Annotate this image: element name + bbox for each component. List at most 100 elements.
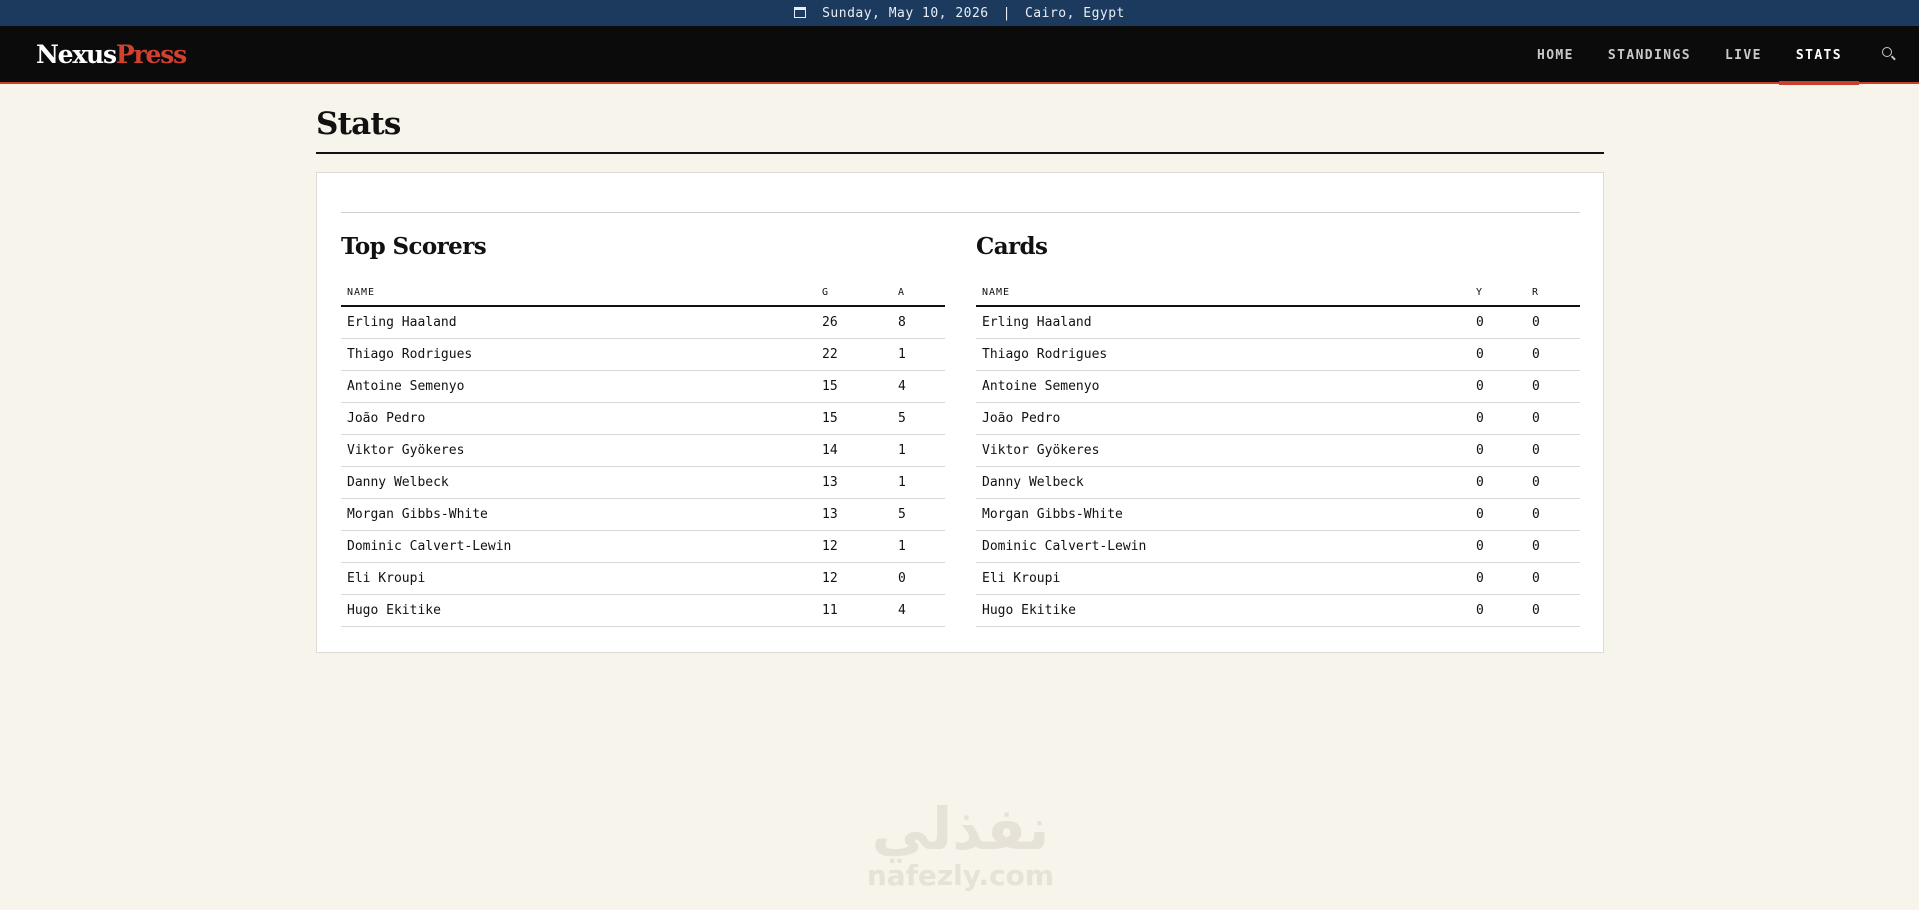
cards-title: Cards [976,233,1048,260]
table-row[interactable]: João Pedro 0 0 [976,403,1580,435]
player-name: Hugo Ekitike [982,603,1076,618]
table-row[interactable]: Danny Welbeck 0 0 [976,467,1580,499]
table-row[interactable]: João Pedro 15 5 [341,403,945,435]
player-name: Thiago Rodrigues [347,347,473,362]
nav-menu: HOME STANDINGS LIVE STATS [1520,26,1919,85]
stat-g: 22 [822,347,838,362]
search-icon-handle [1891,55,1896,61]
stat-a: 5 [898,411,906,426]
info-separator: | [1002,5,1011,21]
stat-r: 0 [1532,443,1540,458]
player-name: Antoine Semenyo [982,379,1100,394]
stat-r: 0 [1532,411,1540,426]
table-row[interactable]: Morgan Gibbs-White 0 0 [976,499,1580,531]
cards-body: Erling Haaland 0 0 Thiago Rodrigues 0 0 Antoin… [976,307,1580,627]
stat-a: 1 [898,539,906,554]
logo-part-nexus: Nexus [36,40,117,69]
table-row[interactable]: Viktor Gyökeres 14 1 [341,435,945,467]
main-navbar: NexusPress HOME STANDINGS LIVE STATS [0,26,1919,85]
player-name: Danny Welbeck [982,475,1084,490]
player-name: Hugo Ekitike [347,603,441,618]
stat-y: 0 [1476,411,1484,426]
player-name: Eli Kroupi [982,571,1061,586]
column-header-assists[interactable]: A [898,285,905,300]
table-row[interactable]: Morgan Gibbs-White 13 5 [341,499,945,531]
column-header-red[interactable]: R [1532,285,1539,300]
stat-a: 4 [898,379,906,394]
stat-a: 1 [898,475,906,490]
stat-r: 0 [1532,603,1540,618]
stat-g: 12 [822,571,838,586]
stat-y: 0 [1476,475,1484,490]
watermark-logo: نفذلي nafezly.com [853,798,1068,908]
cards-header: NAME Y R [976,285,1580,307]
table-row[interactable]: Eli Kroupi 12 0 [341,563,945,595]
stat-r: 0 [1532,315,1540,330]
nav-item-live[interactable]: LIVE [1708,27,1779,83]
stat-y: 0 [1476,571,1484,586]
top-scorers-header: NAME G A [341,285,945,307]
table-row[interactable]: Hugo Ekitike 0 0 [976,595,1580,627]
table-row[interactable]: Antoine Semenyo 15 4 [341,371,945,403]
table-row[interactable]: Dominic Calvert-Lewin 12 1 [341,531,945,563]
current-location: Cairo, Egypt [1024,5,1125,21]
card-divider [341,212,1580,213]
stat-y: 0 [1476,507,1484,522]
search-button[interactable] [1859,27,1919,83]
player-name: Morgan Gibbs-White [347,507,488,522]
player-name: Eli Kroupi [347,571,426,586]
nav-item-home[interactable]: HOME [1520,27,1591,83]
stat-a: 8 [898,315,906,330]
stat-r: 0 [1532,347,1540,362]
table-row[interactable]: Erling Haaland 26 8 [341,307,945,339]
player-name: Antoine Semenyo [347,379,465,394]
stat-r: 0 [1532,379,1540,394]
stat-y: 0 [1476,603,1484,618]
watermark-latin: nafezly.com [866,859,1055,892]
player-name: Viktor Gyökeres [982,443,1100,458]
stat-r: 0 [1532,539,1540,554]
stat-y: 0 [1476,539,1484,554]
stat-g: 11 [822,603,838,618]
table-row[interactable]: Eli Kroupi 0 0 [976,563,1580,595]
top-scorers-title: Top Scorers [341,233,487,260]
stat-y: 0 [1476,443,1484,458]
table-row[interactable]: Thiago Rodrigues 22 1 [341,339,945,371]
player-name: Erling Haaland [982,315,1092,330]
nav-item-standings[interactable]: STANDINGS [1591,27,1708,83]
stat-y: 0 [1476,347,1484,362]
column-header-name[interactable]: NAME [347,285,375,300]
player-name: João Pedro [982,411,1061,426]
stat-g: 13 [822,507,838,522]
stat-a: 1 [898,443,906,458]
stat-g: 14 [822,443,838,458]
player-name: Erling Haaland [347,315,457,330]
stat-r: 0 [1532,475,1540,490]
site-logo[interactable]: NexusPress [36,40,187,69]
stat-g: 15 [822,411,838,426]
stat-g: 13 [822,475,838,490]
page-title: Stats [316,106,401,142]
stat-r: 0 [1532,571,1540,586]
stat-a: 4 [898,603,906,618]
player-name: Morgan Gibbs-White [982,507,1123,522]
title-divider [316,152,1604,154]
table-row[interactable]: Thiago Rodrigues 0 0 [976,339,1580,371]
table-row[interactable]: Hugo Ekitike 11 4 [341,595,945,627]
player-name: Thiago Rodrigues [982,347,1108,362]
table-row[interactable]: Danny Welbeck 13 1 [341,467,945,499]
watermark-arabic: نفذلي [871,795,1050,863]
table-row[interactable]: Erling Haaland 0 0 [976,307,1580,339]
column-header-name[interactable]: NAME [982,285,1010,300]
table-row[interactable]: Viktor Gyökeres 0 0 [976,435,1580,467]
nav-item-stats[interactable]: STATS [1778,27,1860,85]
column-header-goals[interactable]: G [822,285,829,300]
stat-r: 0 [1532,507,1540,522]
stat-y: 0 [1476,379,1484,394]
column-header-yellow[interactable]: Y [1476,285,1483,300]
table-row[interactable]: Dominic Calvert-Lewin 0 0 [976,531,1580,563]
cards-panel: Cards NAME Y R Erling Haaland 0 0 Thiago Ro… [976,231,1580,627]
table-row[interactable]: Antoine Semenyo 0 0 [976,371,1580,403]
player-name: Dominic Calvert-Lewin [347,539,512,554]
current-date: Sunday, May 10, 2026 [822,5,989,21]
